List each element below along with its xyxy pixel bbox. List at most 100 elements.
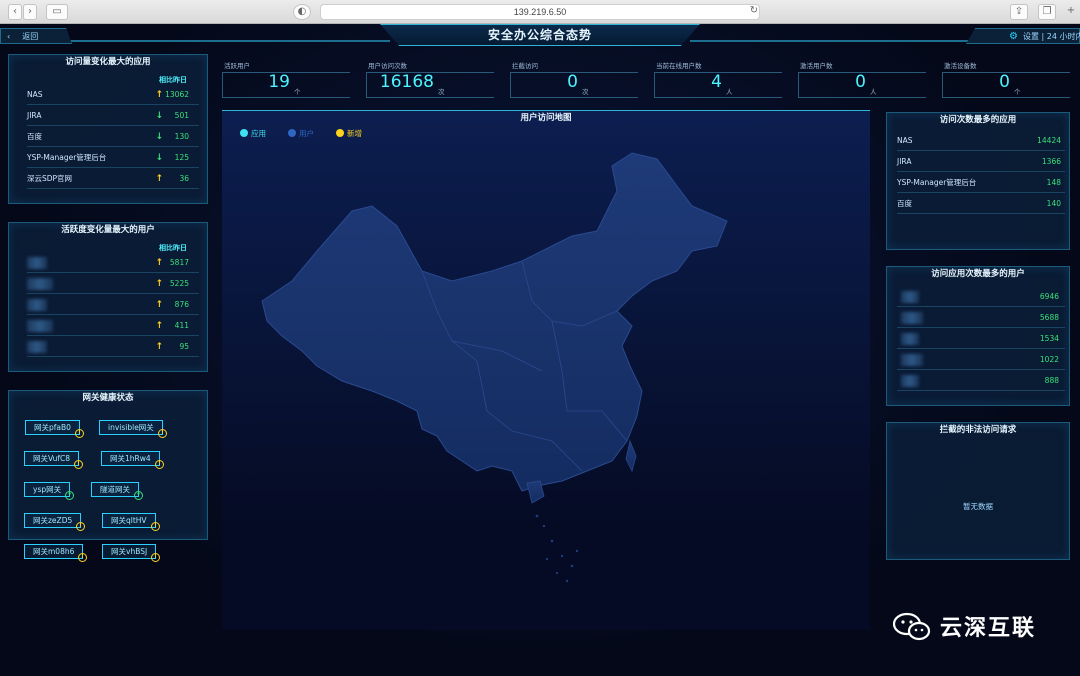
stat-value: 0 — [999, 72, 1010, 92]
china-map-icon — [261, 152, 728, 583]
user-value: 888 — [1044, 376, 1059, 385]
user-avatar-blurred — [901, 354, 923, 366]
user-avatar-blurred — [27, 299, 47, 311]
list-item[interactable]: 百度 ↓ 130 — [27, 127, 199, 147]
arrow-down-icon: ↓ — [155, 153, 163, 163]
gateway-item[interactable]: 隧道网关 — [91, 482, 139, 497]
empty-state: 暂无数据 — [963, 502, 993, 511]
stat-card: 激活设备数 0 个 — [942, 54, 1070, 104]
user-value: 1534 — [1039, 334, 1059, 343]
list-item[interactable]: YSP-Manager管理后台 148 — [897, 173, 1065, 193]
back-nav-button[interactable]: ‹ — [8, 4, 22, 20]
sidebar-toggle-icon[interactable]: ▭ — [46, 4, 68, 20]
app-name: JIRA — [897, 157, 912, 166]
list-item[interactable]: JIRA ↓ 501 — [27, 106, 199, 126]
back-button[interactable]: ‹ 返回 — [0, 28, 72, 44]
user-value: 5688 — [1039, 313, 1059, 322]
stat-value: 19 — [268, 72, 290, 92]
user-value: 5225 — [169, 279, 189, 288]
gateway-item[interactable]: 网关VufC8 — [24, 451, 80, 466]
stat-unit: 个 — [294, 88, 301, 96]
status-warning-icon: ! — [76, 522, 85, 531]
list-item[interactable]: 1022 — [897, 350, 1065, 370]
gateway-item[interactable]: ysp网关 — [24, 482, 71, 497]
app-name: YSP-Manager管理后台 — [27, 153, 107, 162]
stat-label: 激活用户数 — [800, 62, 833, 70]
list-item[interactable]: 1534 — [897, 329, 1065, 349]
share-icon[interactable]: ⇪ — [1010, 4, 1028, 20]
gateway-item[interactable]: 网关m08h6 — [24, 544, 84, 559]
gateway-item[interactable]: 网关pfaB0 — [25, 420, 80, 435]
user-avatar-blurred — [27, 320, 53, 332]
list-item[interactable]: 888 — [897, 371, 1065, 391]
gear-icon: ⚙ — [1009, 31, 1018, 42]
arrow-up-icon: ↑ — [155, 300, 163, 310]
top-apps-panel: 访问次数最多的应用 NAS 14424 JIRA 1366 YSP-Manager管理后… — [886, 112, 1070, 250]
gateway-item[interactable]: 网关qltHV — [102, 513, 156, 528]
app-value: 140 — [1046, 199, 1061, 208]
new-tab-icon[interactable]: + — [1064, 4, 1078, 20]
user-value: 95 — [179, 342, 189, 351]
arrow-down-icon: ↓ — [155, 132, 163, 142]
list-item[interactable]: 6946 — [897, 287, 1065, 307]
status-warning-icon: ! — [158, 429, 167, 438]
stat-card: 活跃用户 19 个 — [222, 54, 350, 104]
list-item[interactable]: 5688 — [897, 308, 1065, 328]
stat-card: 用户访问次数 16168 次 — [366, 54, 494, 104]
status-ok-icon: • — [134, 491, 143, 500]
stat-unit: 人 — [726, 88, 733, 96]
gateway-item[interactable]: 网关vhBSJ — [102, 544, 157, 559]
gateway-item[interactable]: 网关zeZD5 — [24, 513, 82, 528]
arrow-up-icon: ↑ — [155, 90, 163, 100]
stat-card: 当前在线用户数 4 人 — [654, 54, 782, 104]
stat-label: 拦截访问 — [512, 62, 538, 70]
gateway-item[interactable]: invisible网关 — [99, 420, 163, 435]
list-item[interactable]: ↑ 5225 — [27, 274, 199, 294]
back-label: 返回 — [22, 32, 39, 41]
list-item[interactable]: NAS ↑ 13062 — [27, 85, 199, 105]
app-value: 1366 — [1041, 157, 1061, 166]
list-item[interactable]: ↑ 5817 — [27, 253, 199, 273]
reload-icon[interactable]: ↻ — [748, 4, 760, 20]
user-value: 411 — [174, 321, 189, 330]
tabs-icon[interactable]: ❐ — [1038, 4, 1056, 20]
app-name: 深云SDP官网 — [27, 174, 73, 183]
list-item[interactable]: JIRA 1366 — [897, 152, 1065, 172]
app-change-panel: 访问量变化最大的应用 相比昨日 NAS ↑ 13062 JIRA ↓ 501 百度 ↓ 130 Y… — [8, 54, 208, 204]
list-item[interactable]: 深云SDP官网 ↑ 36 — [27, 169, 199, 189]
arrow-up-icon: ↑ — [155, 258, 163, 268]
top-users-panel: 访问应用次数最多的用户 6946 5688 1534 1022 888 — [886, 266, 1070, 406]
list-item[interactable]: 百度 140 — [897, 194, 1065, 214]
user-access-map[interactable]: 用户访问地图 应用 用户 新增 — [222, 110, 870, 630]
user-avatar-blurred — [27, 341, 47, 353]
stat-value: 0 — [855, 72, 866, 92]
user-avatar-blurred — [901, 291, 919, 303]
stat-value: 16168 — [379, 72, 434, 92]
list-item[interactable]: NAS 14424 — [897, 131, 1065, 151]
panel-title: 访问次数最多的应用 — [887, 113, 1069, 127]
page-title: 安全办公综合态势 — [487, 28, 592, 42]
list-item[interactable]: YSP-Manager管理后台 ↓ 125 — [27, 148, 199, 168]
app-name: JIRA — [27, 111, 42, 120]
panel-title: 拦截的非法访问请求 — [887, 423, 1069, 437]
list-item[interactable]: ↑ 411 — [27, 316, 199, 336]
list-item[interactable]: ↑ 95 — [27, 337, 199, 357]
settings-button[interactable]: ⚙ 设置 | 24 小时内 — [966, 28, 1080, 44]
gateway-item[interactable]: 网关1hRw4 — [101, 451, 160, 466]
arrow-down-icon: ↓ — [155, 111, 163, 121]
stat-label: 用户访问次数 — [368, 62, 407, 70]
status-warning-icon: ! — [75, 429, 84, 438]
user-avatar-blurred — [27, 257, 47, 269]
app-name: 百度 — [897, 199, 912, 208]
list-item[interactable]: ↑ 876 — [27, 295, 199, 315]
status-warning-icon: ! — [78, 553, 87, 562]
forward-nav-button[interactable]: › — [23, 4, 37, 20]
watermark-text: 云深互联 — [940, 616, 1037, 641]
address-bar[interactable]: 139.219.6.50 — [320, 4, 760, 20]
app-name: NAS — [27, 90, 43, 99]
stat-unit: 个 — [1014, 88, 1021, 96]
user-avatar-blurred — [27, 278, 53, 290]
stat-label: 活跃用户 — [224, 62, 250, 70]
app-value: 13062 — [165, 90, 189, 99]
stat-value: 4 — [711, 72, 722, 92]
